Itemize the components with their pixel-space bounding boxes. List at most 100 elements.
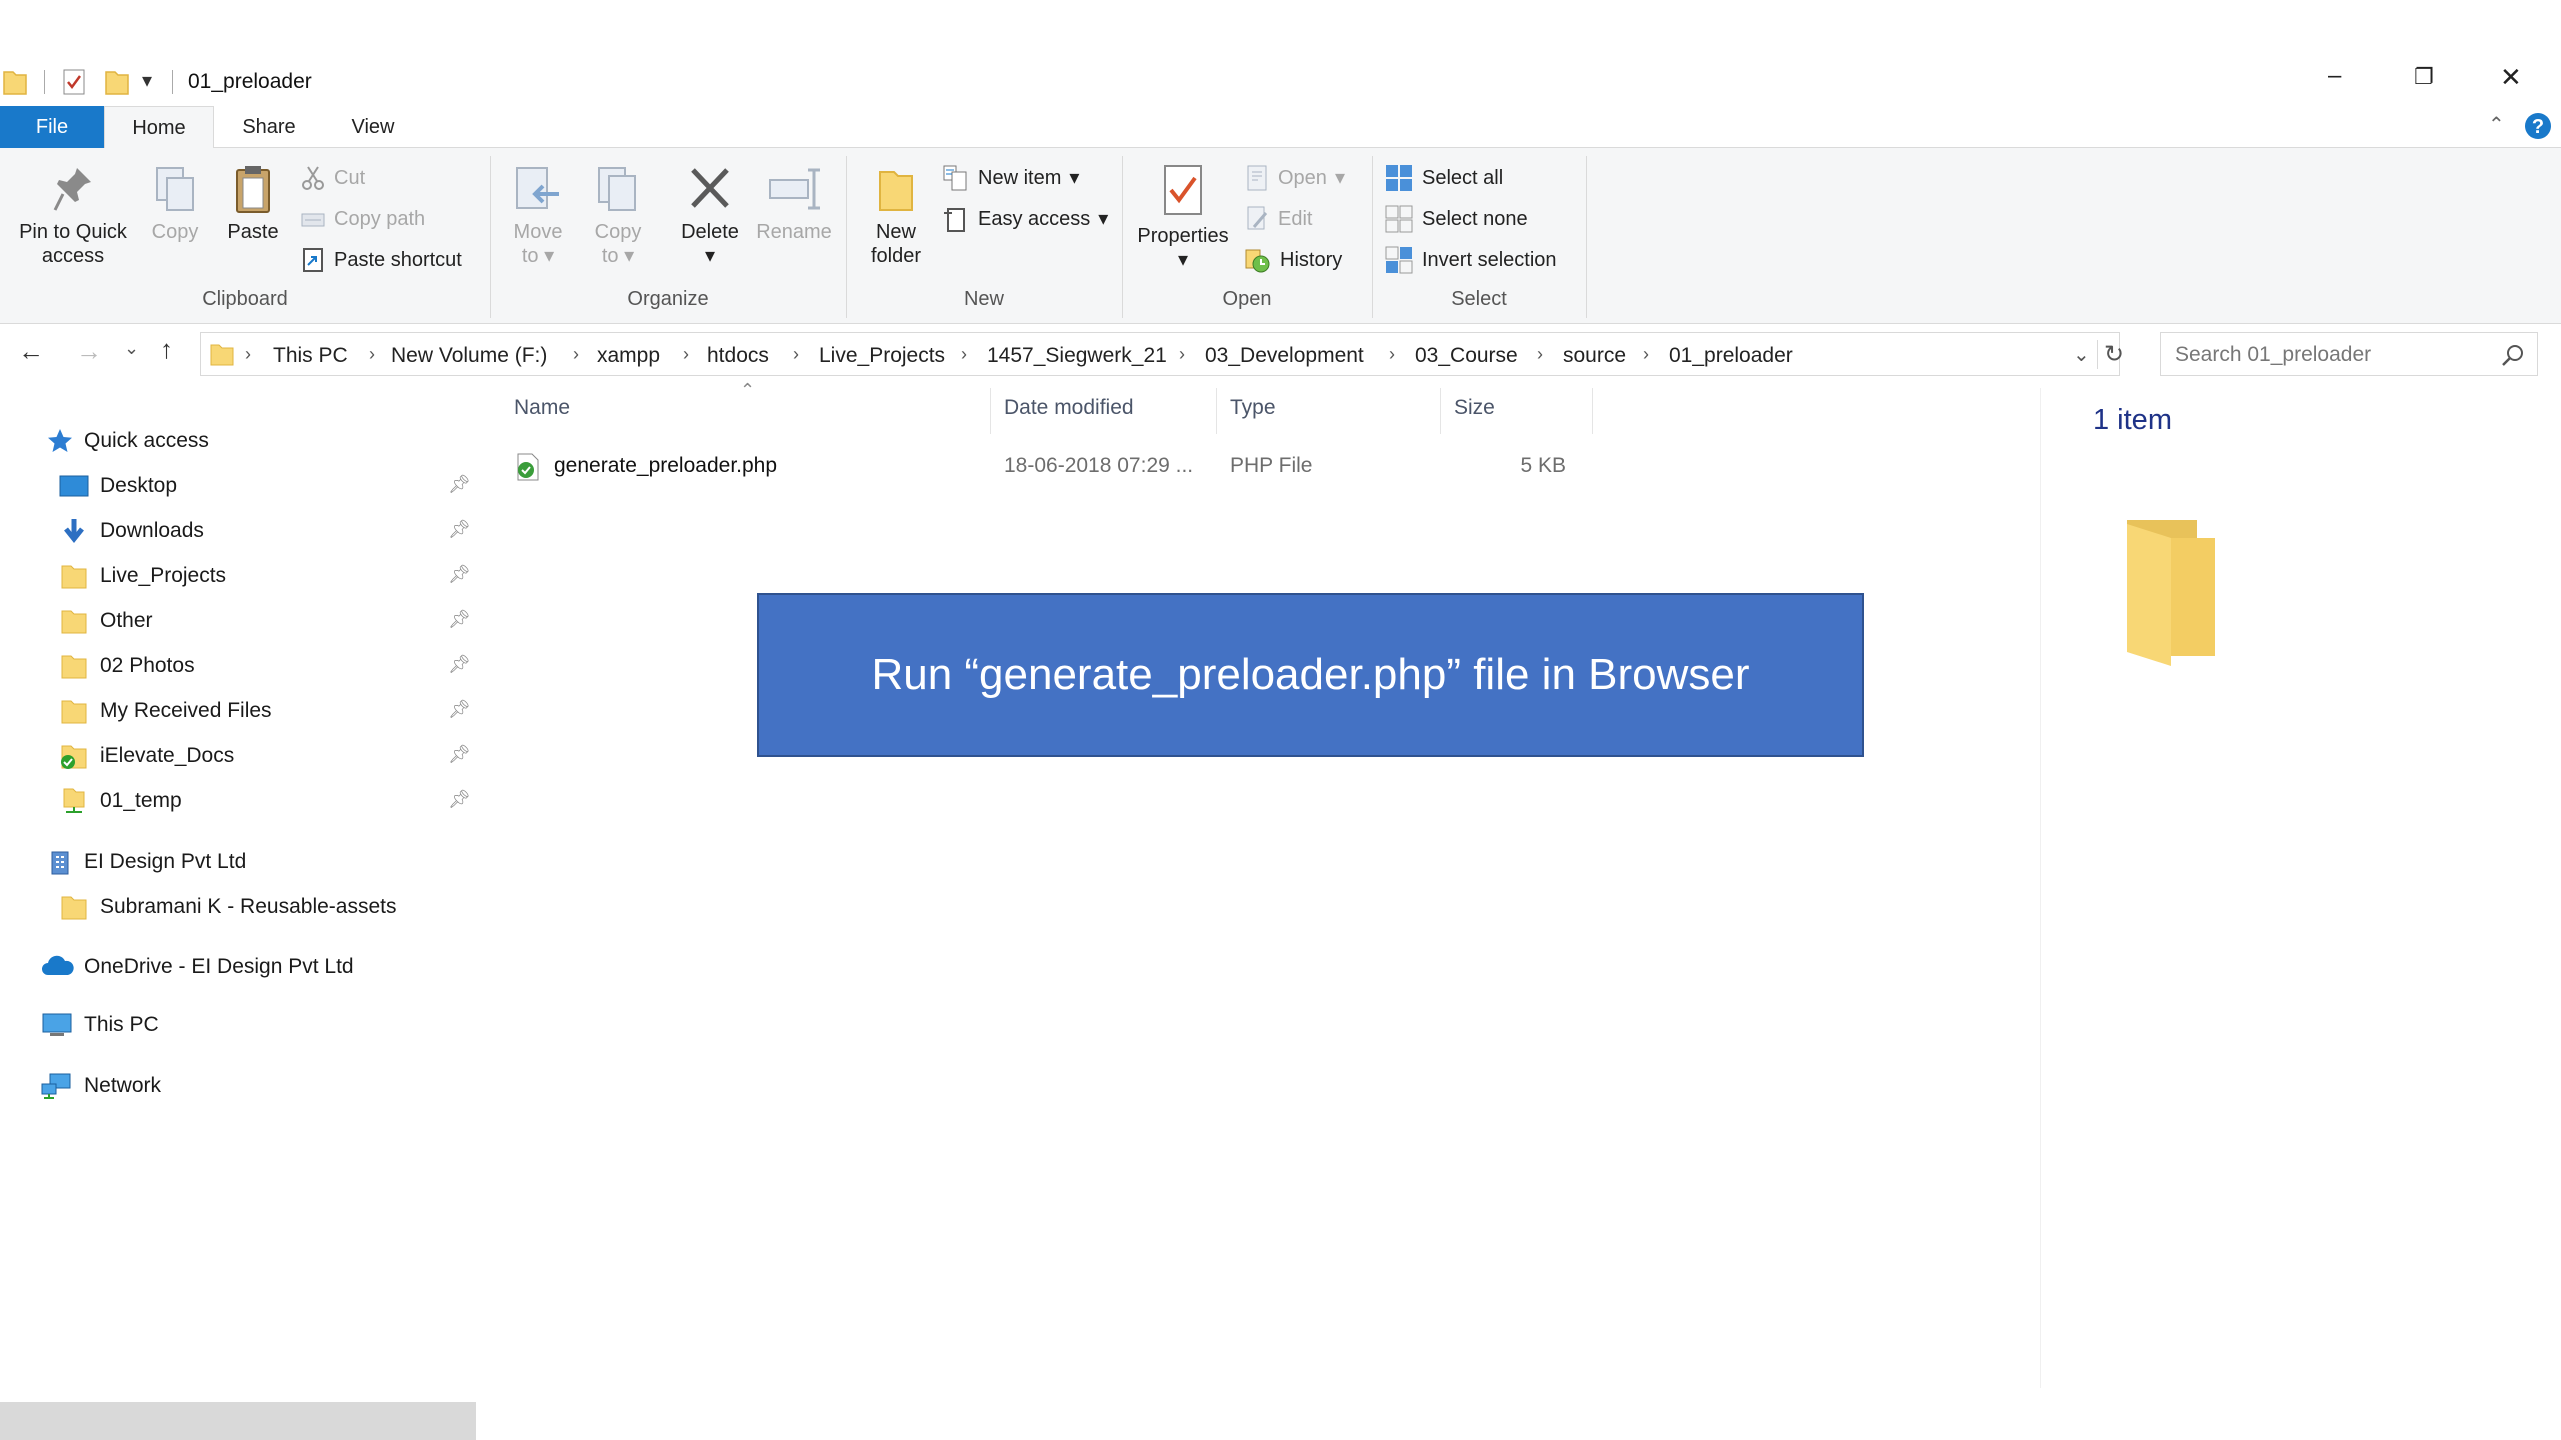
select-all-label: Select all: [1422, 167, 1504, 189]
easy-access-button[interactable]: Easy access ▾: [942, 203, 1108, 235]
nav-item-downloads[interactable]: Downloads: [58, 509, 204, 553]
pin-icon[interactable]: 📌︎: [448, 744, 471, 765]
breadcrumb-chevron-icon[interactable]: ›: [1537, 344, 1543, 365]
new-folder-button[interactable]: New folder: [858, 164, 934, 268]
nav-item-reusable-assets[interactable]: Subramani K - Reusable-assets: [58, 885, 396, 929]
address-dropdown-icon[interactable]: ⌄: [2073, 342, 2090, 367]
table-row[interactable]: generate_preloader.php 18-06-2018 07:29 …: [506, 444, 1606, 488]
edit-button[interactable]: Edit: [1244, 203, 1312, 235]
nav-org[interactable]: EI Design Pvt Ltd: [46, 840, 246, 884]
pin-icon[interactable]: 📌︎: [448, 609, 471, 630]
recent-locations-icon[interactable]: ⌄: [124, 338, 139, 359]
breadcrumb-chevron-icon[interactable]: ›: [683, 344, 689, 365]
tab-share[interactable]: Share: [222, 106, 316, 148]
pin-icon[interactable]: 📌︎: [448, 654, 471, 675]
breadcrumb-chevron-icon[interactable]: ›: [793, 344, 799, 365]
pin-icon[interactable]: 📌︎: [448, 699, 471, 720]
address-bar[interactable]: › This PC › New Volume (F:) › xampp › ht…: [200, 332, 2124, 376]
minimize-button[interactable]: –: [2328, 62, 2341, 90]
column-header-name[interactable]: Name: [514, 396, 570, 420]
cut-button[interactable]: Cut: [300, 162, 365, 194]
nav-item-ielevate-docs[interactable]: iElevate_Docs: [58, 734, 234, 778]
copy-button[interactable]: Copy: [142, 164, 208, 244]
properties-dropdown-icon[interactable]: ▾: [1130, 248, 1236, 272]
nav-item-temp[interactable]: 01_temp: [58, 779, 182, 823]
search-icon[interactable]: [2501, 343, 2525, 367]
invert-selection-button[interactable]: Invert selection: [1384, 244, 1557, 276]
column-header-date[interactable]: Date modified: [1004, 396, 1134, 420]
column-header-size[interactable]: Size: [1454, 396, 1495, 420]
move-to-button[interactable]: Move to ▾: [502, 164, 574, 268]
qat-customize-icon[interactable]: ▾: [142, 68, 152, 93]
rename-button[interactable]: Rename: [752, 164, 836, 244]
breadcrumb-chevron-icon[interactable]: ›: [1643, 344, 1649, 365]
pin-icon[interactable]: 📌︎: [448, 474, 471, 495]
breadcrumb-chevron-icon[interactable]: ›: [1179, 344, 1185, 365]
open-button[interactable]: Open ▾: [1244, 162, 1345, 194]
nav-this-pc[interactable]: This PC: [40, 1003, 159, 1047]
back-arrow-icon[interactable]: ←: [18, 336, 44, 367]
collapse-ribbon-icon[interactable]: ⌃: [2488, 112, 2505, 137]
forward-arrow-icon[interactable]: →: [76, 336, 102, 367]
group-divider: [1586, 156, 1587, 318]
copy-path-button[interactable]: Copy path: [300, 203, 425, 235]
breadcrumb-this-pc[interactable]: This PC: [273, 344, 348, 368]
search-input[interactable]: Search 01_preloader: [2160, 332, 2538, 376]
close-button[interactable]: ✕: [2500, 62, 2522, 93]
breadcrumb-chevron-icon[interactable]: ›: [1389, 344, 1395, 365]
breadcrumb-chevron-icon[interactable]: ›: [961, 344, 967, 365]
breadcrumb-live-projects[interactable]: Live_Projects: [819, 344, 945, 368]
up-arrow-icon[interactable]: ↑: [160, 334, 173, 365]
breadcrumb-development[interactable]: 03_Development: [1205, 344, 1364, 368]
select-none-button[interactable]: Select none: [1384, 203, 1528, 235]
nav-item-photos[interactable]: 02 Photos: [58, 644, 195, 688]
breadcrumb-chevron-icon[interactable]: ›: [573, 344, 579, 365]
delete-dropdown-icon[interactable]: ▾: [672, 244, 748, 268]
new-folder-qat-icon[interactable]: [104, 68, 130, 96]
breadcrumb-source[interactable]: source: [1563, 344, 1626, 368]
restore-button[interactable]: ❐: [2414, 64, 2434, 90]
new-item-button[interactable]: New item ▾: [942, 162, 1079, 194]
breadcrumb-new-volume[interactable]: New Volume (F:): [391, 344, 547, 368]
nav-network[interactable]: Network: [40, 1064, 161, 1108]
properties-qat-icon[interactable]: [62, 68, 86, 96]
copy-to-button[interactable]: Copy to ▾: [582, 164, 654, 268]
column-divider[interactable]: [990, 388, 991, 434]
delete-button[interactable]: Delete ▾: [672, 164, 748, 268]
nav-item-other[interactable]: Other: [58, 599, 153, 643]
paste-button[interactable]: Paste: [220, 164, 286, 244]
nav-item-live-projects[interactable]: Live_Projects: [58, 554, 226, 598]
column-divider[interactable]: [1216, 388, 1217, 434]
column-divider[interactable]: [1592, 388, 1593, 434]
nav-quick-access[interactable]: Quick access: [46, 419, 209, 463]
refresh-icon[interactable]: ↻: [2097, 340, 2124, 369]
tab-home[interactable]: Home: [104, 106, 214, 149]
column-header-type[interactable]: Type: [1230, 396, 1276, 420]
breadcrumb-course[interactable]: 03_Course: [1415, 344, 1518, 368]
tab-view[interactable]: View: [326, 106, 420, 148]
divider: [172, 70, 173, 94]
pin-to-quick-access-button[interactable]: Pin to Quick access: [8, 164, 138, 268]
select-none-icon: [1385, 205, 1413, 233]
breadcrumb-chevron-icon[interactable]: ›: [369, 344, 375, 365]
history-button[interactable]: History: [1244, 244, 1342, 276]
tab-file[interactable]: File: [0, 106, 104, 148]
properties-button[interactable]: Properties ▾: [1130, 164, 1236, 272]
column-divider[interactable]: [1440, 388, 1441, 434]
ribbon: Pin to Quick access Copy Paste Cut Copy …: [0, 148, 2561, 324]
breadcrumb-xampp[interactable]: xampp: [597, 344, 660, 368]
svg-text:?: ?: [2532, 116, 2544, 138]
nav-item-desktop[interactable]: Desktop: [58, 464, 177, 508]
pin-icon[interactable]: 📌︎: [448, 789, 471, 810]
nav-item-received-files[interactable]: My Received Files: [58, 689, 272, 733]
select-all-button[interactable]: Select all: [1384, 162, 1503, 194]
breadcrumb-siegwerk[interactable]: 1457_Siegwerk_21: [987, 344, 1167, 368]
pin-icon[interactable]: 📌︎: [448, 519, 471, 540]
pin-icon[interactable]: 📌︎: [448, 564, 471, 585]
breadcrumb-preloader[interactable]: 01_preloader: [1669, 344, 1793, 368]
paste-shortcut-button[interactable]: Paste shortcut: [300, 244, 462, 276]
breadcrumb-htdocs[interactable]: htdocs: [707, 344, 769, 368]
breadcrumb-chevron-icon[interactable]: ›: [245, 344, 251, 365]
help-icon[interactable]: ?: [2524, 112, 2552, 140]
nav-onedrive[interactable]: OneDrive - EI Design Pvt Ltd: [40, 945, 354, 989]
